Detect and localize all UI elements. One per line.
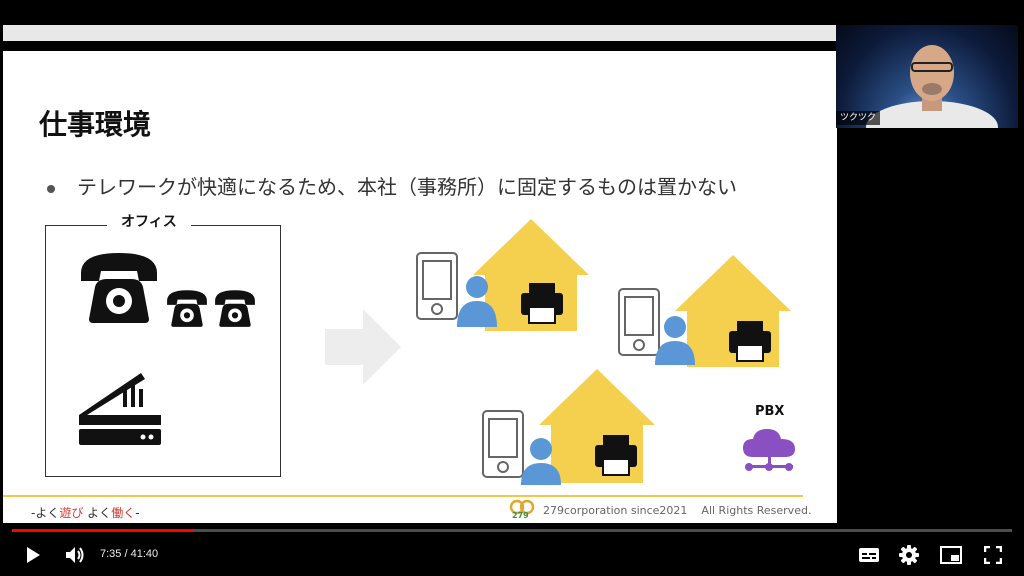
- slogan-prefix: -よく: [31, 506, 60, 520]
- slogan-mid: よく: [83, 506, 112, 520]
- play-button[interactable]: [16, 536, 50, 574]
- scanner-icon: [79, 373, 161, 445]
- subtitles-icon: [859, 548, 879, 562]
- control-bar: 7:35 / 41:40: [0, 536, 1024, 576]
- company-name: 279corporation since2021: [543, 504, 688, 517]
- footer-line: [3, 495, 803, 497]
- home-office-group: [482, 369, 655, 485]
- bullet-dot: [47, 184, 55, 193]
- time-separator: /: [121, 548, 131, 560]
- cloud-network-icon: [743, 429, 795, 471]
- slide-bullet: テレワークが快適になるため、本社（事務所）に固定するものは置かない: [47, 171, 737, 200]
- mute-button[interactable]: [58, 536, 92, 574]
- settings-button[interactable]: [892, 536, 926, 574]
- home-office-group: [618, 255, 791, 367]
- telephone-icon: [81, 253, 157, 323]
- bullet-text: テレワークが快適になるため、本社（事務所）に固定するものは置かない: [77, 175, 737, 199]
- rights-text: All Rights Reserved.: [701, 504, 812, 517]
- slide-title: 仕事環境: [39, 108, 152, 141]
- video-player[interactable]: 仕事環境 テレワークが快適になるため、本社（事務所）に固定するものは置かない オ…: [0, 0, 1024, 576]
- time-display: 7:35 / 41:40: [100, 548, 158, 560]
- webcam-name-tag: ツクツク: [836, 111, 881, 125]
- pbx-label: PBX: [755, 404, 785, 419]
- footer-slogan: -よく遊び よく働く-: [31, 504, 140, 521]
- slogan-suffix: -: [135, 506, 140, 520]
- gear-icon: [899, 545, 919, 565]
- footer-copyright: 279corporation since2021 All Rights Reser…: [543, 504, 811, 517]
- office-label: オフィス: [107, 211, 191, 231]
- webcam-overlay: ツクツク: [836, 25, 1018, 128]
- fullscreen-button[interactable]: [976, 536, 1010, 574]
- miniplayer-button[interactable]: [934, 536, 968, 574]
- miniplayer-icon: [940, 546, 962, 564]
- duration: 41:40: [130, 548, 159, 560]
- fullscreen-icon: [984, 546, 1002, 564]
- slide-frame: 仕事環境 テレワークが快適になるため、本社（事務所）に固定するものは置かない オ…: [3, 25, 837, 523]
- slogan-play: 遊び: [59, 506, 84, 520]
- slogan-work: 働く: [111, 506, 136, 520]
- subtitles-button[interactable]: [852, 536, 886, 574]
- slide-top-gap: [3, 41, 837, 51]
- telephone-small-icon: [215, 290, 255, 327]
- logo-text: 279: [512, 511, 529, 520]
- slide-top-bar: [3, 25, 837, 41]
- arrow-right-icon: [325, 309, 401, 385]
- current-time: 7:35: [100, 548, 122, 560]
- progress-fill: [12, 529, 194, 532]
- telephone-small-icon: [167, 290, 207, 327]
- play-icon: [27, 547, 40, 563]
- company-logo: 279: [508, 499, 536, 523]
- progress-bar[interactable]: [12, 529, 1012, 532]
- volume-icon: [66, 547, 84, 563]
- home-office-group: [416, 219, 589, 331]
